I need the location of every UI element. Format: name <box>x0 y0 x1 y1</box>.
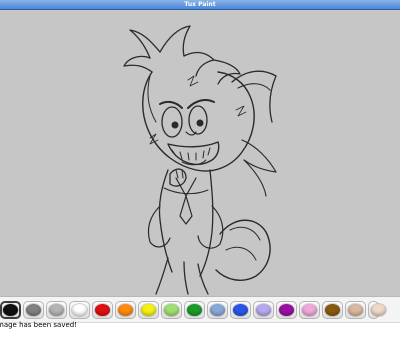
color-swatch-dark-gray[interactable] <box>23 301 44 319</box>
status-bar: mage has been saved! <box>0 321 400 351</box>
color-swatch-dark-green[interactable] <box>184 301 205 319</box>
color-swatch-purple[interactable] <box>276 301 297 319</box>
color-swatch-blue[interactable] <box>230 301 251 319</box>
title-bar: Tux Paint <box>0 0 400 10</box>
color-swatch-brown[interactable] <box>322 301 343 319</box>
color-dot <box>325 304 340 316</box>
color-swatch-black[interactable] <box>0 301 21 319</box>
color-swatch-light-gray[interactable] <box>46 301 67 319</box>
color-dot <box>3 304 18 316</box>
color-swatch-pink[interactable] <box>299 301 320 319</box>
color-swatch-beige[interactable] <box>368 301 386 319</box>
color-dot <box>371 304 386 316</box>
color-swatch-light-green[interactable] <box>161 301 182 319</box>
color-dot <box>72 304 87 316</box>
drawing-canvas[interactable] <box>0 10 400 296</box>
color-dot <box>210 304 225 316</box>
color-dot <box>141 304 156 316</box>
color-dot <box>26 304 41 316</box>
color-swatch-red[interactable] <box>92 301 113 319</box>
color-dot <box>164 304 179 316</box>
color-dot <box>348 304 363 316</box>
color-dot <box>118 304 133 316</box>
color-dot <box>302 304 317 316</box>
color-swatch-sky-blue[interactable] <box>207 301 228 319</box>
window-title: Tux Paint <box>184 1 216 8</box>
color-dot <box>49 304 64 316</box>
sketch-drawing <box>123 25 277 295</box>
color-swatch-white[interactable] <box>69 301 90 319</box>
color-dot <box>279 304 294 316</box>
color-swatch-tan[interactable] <box>345 301 366 319</box>
color-dot <box>256 304 271 316</box>
color-palette <box>0 296 400 323</box>
color-dot <box>187 304 202 316</box>
color-swatch-lavender[interactable] <box>253 301 274 319</box>
color-swatch-orange[interactable] <box>115 301 136 319</box>
color-swatch-yellow[interactable] <box>138 301 159 319</box>
color-dot <box>233 304 248 316</box>
status-message: mage has been saved! <box>0 321 78 329</box>
color-dot <box>95 304 110 316</box>
